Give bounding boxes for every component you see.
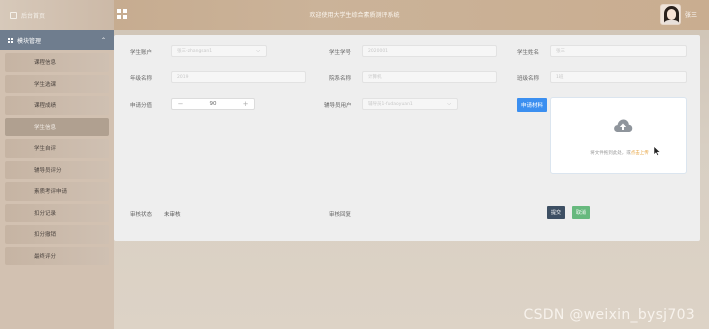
- sidebar-item-quality-application[interactable]: 素质考评申请: [5, 182, 109, 201]
- grade-field[interactable]: 2019: [171, 71, 306, 83]
- sidebar: 模块管理 ⌃ 课程信息 学生选课 课程成绩 学生信息 学生自评 辅导员评分 素质…: [0, 30, 114, 329]
- review-status-value: 未审核: [164, 212, 181, 218]
- counselor-select[interactable]: 辅导员1-fudaoyuan1 ⌵: [362, 98, 458, 110]
- sidebar-item-self-evaluation[interactable]: 学生自评: [5, 139, 109, 158]
- department-field[interactable]: 计算机: [362, 71, 497, 83]
- grade-label: 年级名称: [130, 76, 153, 82]
- mouse-cursor-icon: [653, 146, 661, 156]
- review-reply-label: 审核回复: [329, 212, 352, 218]
- upload-dropzone[interactable]: 将文件拖到此处，或点击上传: [550, 97, 687, 174]
- minus-button[interactable]: −: [172, 100, 189, 108]
- username: 张三: [684, 12, 697, 19]
- sidebar-item-final-score[interactable]: 最终评分: [5, 246, 109, 265]
- upload-link[interactable]: 点击上传: [631, 151, 649, 156]
- student-account-label: 学生账户: [130, 50, 153, 56]
- class-name-field[interactable]: 1班: [550, 71, 687, 83]
- watermark: CSDN @weixin_bysj703: [523, 307, 695, 323]
- sidebar-group-module-management[interactable]: 模块管理 ⌃: [0, 30, 114, 50]
- score-label: 申请分值: [130, 103, 153, 109]
- score-stepper[interactable]: − 90 +: [171, 98, 255, 110]
- home-link-label: 后台首页: [21, 12, 46, 20]
- student-account-select[interactable]: 张三-zhangsan1 ⌵: [171, 45, 267, 57]
- submit-button[interactable]: 提交: [547, 206, 565, 219]
- sidebar-item-student-info[interactable]: 学生信息: [5, 117, 109, 136]
- department-label: 院系名称: [329, 76, 352, 82]
- sidebar-item-counselor-scoring[interactable]: 辅导员评分: [5, 160, 109, 179]
- cloud-upload-icon: [614, 119, 633, 132]
- student-id-field[interactable]: 2020001: [362, 45, 497, 57]
- chevron-up-icon: ⌃: [100, 36, 106, 44]
- sidebar-item-course-grades[interactable]: 课程成绩: [5, 96, 109, 115]
- cancel-button[interactable]: 取消: [572, 206, 590, 219]
- sidebar-item-course-selection[interactable]: 学生选课: [5, 74, 109, 93]
- student-id-label: 学生学号: [329, 50, 352, 56]
- sidebar-item-deduction-revoke[interactable]: 扣分撤销: [5, 225, 109, 244]
- apply-material-button[interactable]: 申请材料: [517, 98, 547, 112]
- chevron-down-icon: ⌵: [447, 101, 451, 107]
- review-status-label: 审核状态: [130, 212, 153, 218]
- form-card: 学生账户 张三-zhangsan1 ⌵ 学生学号 2020001 学生姓名 张三 …: [114, 35, 700, 241]
- home-link[interactable]: 后台首页: [0, 0, 114, 30]
- student-name-field[interactable]: 张三: [550, 45, 687, 57]
- sidebar-item-deduction-records[interactable]: 扣分记录: [5, 203, 109, 222]
- class-name-label: 班级名称: [517, 76, 540, 82]
- counselor-label: 辅导员用户: [324, 103, 352, 109]
- student-name-label: 学生姓名: [517, 50, 540, 56]
- home-icon: [10, 11, 17, 19]
- plus-button[interactable]: +: [237, 100, 254, 108]
- chevron-down-icon: ⌵: [256, 48, 260, 54]
- top-bar: 后台首页 欢迎使用大学生综合素质测评系统 张三: [0, 0, 709, 30]
- score-value[interactable]: 90: [189, 101, 237, 107]
- avatar: [659, 4, 681, 25]
- menu-toggle-icon[interactable]: [117, 9, 127, 19]
- upload-hint: 将文件拖到此处，或点击上传: [590, 151, 649, 156]
- module-grid-icon: [8, 37, 13, 43]
- sidebar-item-course-info[interactable]: 课程信息: [5, 53, 109, 72]
- user-menu[interactable]: 张三: [659, 4, 697, 25]
- sidebar-group-label: 模块管理: [17, 37, 42, 45]
